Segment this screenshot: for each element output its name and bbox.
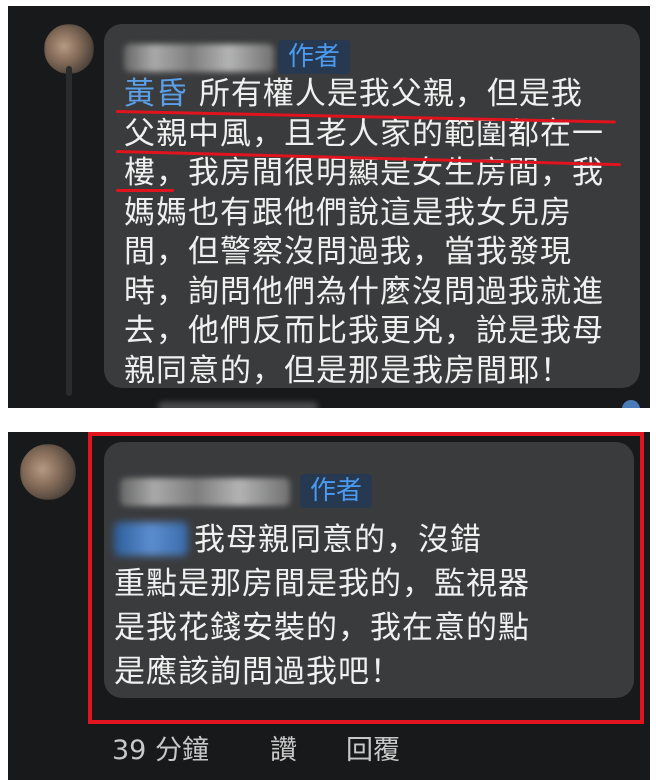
comment-text-1: 所有權人是我父親，但是我 xyxy=(198,76,583,112)
mention-link[interactable]: 黃昏 xyxy=(124,76,188,112)
author-name-blurred[interactable] xyxy=(124,44,274,72)
red-underline-3 xyxy=(116,189,174,192)
reply-link[interactable]: 回覆 xyxy=(346,728,400,767)
comment-line-8: 親同意的，但是那是我房間耶！ xyxy=(124,352,572,389)
comment-time[interactable]: 39 分鐘 xyxy=(112,728,209,767)
author-badge: 作者 xyxy=(278,40,351,74)
comment-line-5: 間，但警察沒問過我，當我發現 xyxy=(124,234,572,270)
comment-line-1: 我母親同意的，沒錯 xyxy=(194,522,482,558)
comment-bubble: 作者 我母親同意的，沒錯 重點是那房間是我的，監視器 是我花錢安裝的，我在意的點… xyxy=(104,442,634,698)
comment-bubble: 作者 黃昏 所有權人是我父親，但是我 父親中風，且老人家的範圍都在一 樓，我房間… xyxy=(104,24,640,389)
scroll-indicator xyxy=(622,400,640,408)
comment-panel-2: 作者 我母親同意的，沒錯 重點是那房間是我的，監視器 是我花錢安裝的，我在意的點… xyxy=(8,432,650,780)
comment-line-4: 是應該詢問過我吧！ xyxy=(114,654,402,690)
comment-panel-1: 作者 黃昏 所有權人是我父親，但是我 父親中風，且老人家的範圍都在一 樓，我房間… xyxy=(8,6,650,408)
author-name-blurred[interactable] xyxy=(120,478,290,506)
comment-line-1: 黃昏 所有權人是我父親，但是我 xyxy=(124,76,583,112)
comment-line-4: 媽媽也有跟他們說這是我女兒房 xyxy=(124,194,572,231)
thread-line xyxy=(66,66,72,396)
comment-line-7: 去，他們反而比我更兇，說是我母 xyxy=(124,313,604,349)
comment-line-6: 時，詢問他們為什麼沒問過我就進 xyxy=(124,273,604,310)
comment-line-3: 是我花錢安裝的，我在意的點 xyxy=(114,610,530,646)
mention-blurred[interactable] xyxy=(114,522,188,556)
avatar[interactable] xyxy=(20,444,76,500)
actions-row-faint xyxy=(158,402,318,408)
comment-line-2: 重點是那房間是我的，監視器 xyxy=(114,566,530,602)
like-link[interactable]: 讚 xyxy=(270,728,297,767)
author-badge: 作者 xyxy=(300,474,373,508)
